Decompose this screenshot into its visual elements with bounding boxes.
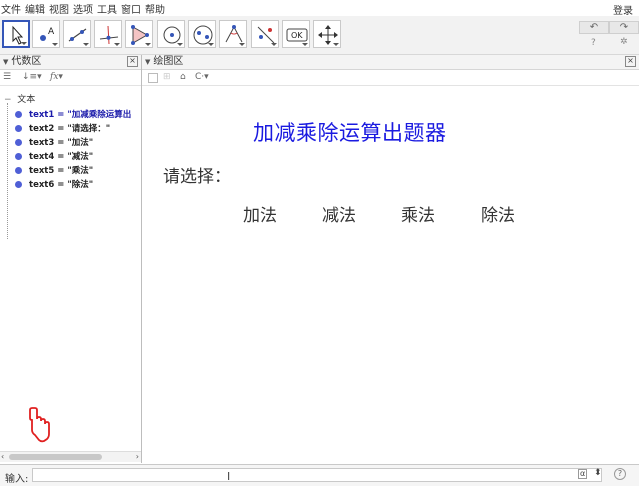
option-subtract[interactable]: 减法 (322, 201, 356, 226)
reflect-tool-button[interactable] (251, 20, 279, 48)
help-small-icon[interactable]: ? (591, 38, 596, 48)
redo-button[interactable]: ↷ (609, 21, 639, 34)
visibility-dot-icon[interactable] (15, 138, 22, 146)
list-icon[interactable]: ☰ (3, 70, 11, 85)
graphics-header: ▼ 绘图区 × (142, 55, 639, 70)
polygon-tool-button[interactable] (125, 20, 153, 48)
visibility-dot-icon[interactable] (15, 110, 22, 118)
visibility-dot-icon[interactable] (15, 124, 22, 132)
list-item[interactable]: text2 = "请选择：" (15, 122, 110, 134)
menu-bar: 文件 编辑 视图 选项 工具 窗口 帮助 (0, 0, 639, 16)
tree-connector (7, 103, 9, 239)
prompt-text[interactable]: 请选择： (163, 162, 231, 187)
gear-icon[interactable]: ✲ (620, 37, 628, 47)
point-tool-button[interactable]: A (32, 20, 60, 48)
grid-icon[interactable]: ⊞ (163, 70, 171, 85)
sort-icon[interactable]: ↓≡▾ (22, 70, 42, 85)
scroll-thumb[interactable] (9, 454, 102, 460)
text-cursor-icon: I (227, 470, 231, 483)
list-item[interactable]: text4 = "减法" (15, 150, 93, 162)
circle-tool-button[interactable] (157, 20, 185, 48)
menu-edit[interactable]: 编辑 (23, 1, 47, 16)
graphics-toolbar: ⊞ ⌂ C·▾ (142, 70, 639, 86)
angle-tool-button[interactable] (219, 20, 247, 48)
login-link[interactable]: 登录 (613, 2, 633, 17)
perpendicular-tool-button[interactable] (94, 20, 122, 48)
visibility-dot-icon[interactable] (15, 180, 22, 188)
alpha-keyboard-icon[interactable]: α (578, 469, 588, 479)
list-item[interactable]: text1 = "加减乘除运算出 (15, 108, 131, 120)
close-icon[interactable]: × (127, 56, 138, 67)
algebra-toolbar: ☰ ↓≡▾ fx▾ (0, 70, 141, 86)
undo-button[interactable]: ↶ (579, 21, 609, 34)
style-bar-toggle[interactable] (148, 73, 158, 83)
visibility-dot-icon[interactable] (15, 152, 22, 160)
graphics-heading[interactable]: 加减乘除运算出题器 (253, 117, 447, 147)
view-options-icon[interactable]: C·▾ (195, 70, 209, 85)
hand-cursor-icon (29, 407, 50, 443)
scroll-left-icon[interactable]: ‹ (1, 452, 4, 461)
graphics-title: 绘图区 (153, 56, 184, 67)
button-tool-button[interactable]: OK (282, 20, 310, 48)
menu-tools[interactable]: 工具 (95, 1, 119, 16)
visibility-dot-icon[interactable] (15, 166, 22, 174)
menu-help[interactable]: 帮助 (143, 1, 167, 16)
toolbar: A OK ↶ ↷ ? ✲ (0, 16, 639, 55)
ellipse-tool-button[interactable] (188, 20, 216, 48)
menu-file[interactable]: 文件 (0, 1, 23, 16)
home-icon[interactable]: ⌂ (180, 70, 186, 85)
algebra-title: 代数区 (11, 56, 42, 67)
list-item[interactable]: text5 = "乘法" (15, 164, 93, 176)
option-multiply[interactable]: 乘法 (401, 201, 435, 226)
list-item[interactable]: text6 = "除法" (15, 178, 93, 190)
algebra-header: ▼ 代数区 × (0, 55, 141, 70)
collapse-arrow-icon[interactable]: ▼ (3, 58, 8, 66)
graphics-view[interactable]: ▼ 绘图区 × ⊞ ⌂ C·▾ 加减乘除运算出题器 请选择： 加法 减法 乘法 除… (142, 55, 639, 463)
spinner-icon[interactable]: ⬍ (594, 468, 602, 478)
option-add[interactable]: 加法 (243, 201, 277, 226)
svg-text:OK: OK (291, 31, 303, 40)
horizontal-scrollbar[interactable]: ‹ › (0, 451, 141, 462)
input-bar: 输入: (0, 464, 639, 486)
option-divide[interactable]: 除法 (481, 201, 515, 226)
menu-window[interactable]: 窗口 (119, 1, 143, 16)
fx-icon[interactable]: fx▾ (50, 70, 63, 85)
move-view-tool-button[interactable] (313, 20, 341, 48)
scroll-right-icon[interactable]: › (136, 452, 139, 461)
close-icon[interactable]: × (625, 56, 636, 67)
move-tool-button[interactable] (2, 20, 30, 48)
input-label: 输入: (5, 474, 29, 485)
line-tool-button[interactable] (63, 20, 91, 48)
list-item[interactable]: text3 = "加法" (15, 136, 93, 148)
menu-options[interactable]: 选项 (71, 1, 95, 16)
help-icon[interactable]: ? (614, 468, 626, 480)
group-label: 文本 (17, 95, 36, 105)
menu-view[interactable]: 视图 (47, 1, 71, 16)
input-field[interactable] (32, 468, 602, 482)
algebra-view: ▼ 代数区 × ☰ ↓≡▾ fx▾ − 文本 text1 = "加减乘除运算出 t… (0, 55, 142, 463)
svg-text:A: A (48, 27, 55, 37)
collapse-arrow-icon[interactable]: ▼ (145, 58, 150, 66)
